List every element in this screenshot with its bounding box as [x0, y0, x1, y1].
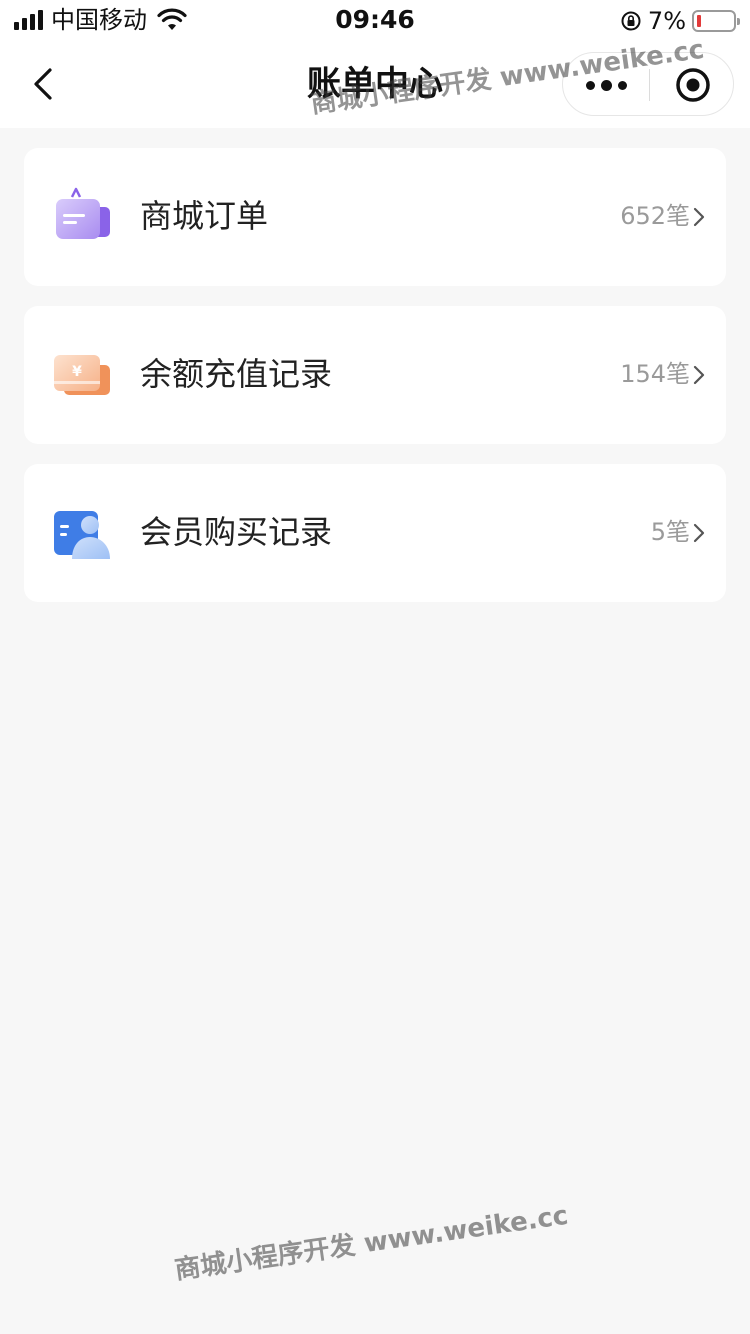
record-count: 154笔 [620, 360, 690, 388]
chevron-right-icon [693, 365, 705, 385]
rotation-lock-icon [621, 11, 641, 31]
more-dot-icon [600, 79, 612, 91]
record-card-mall-orders[interactable]: 商城订单 652笔 [24, 148, 726, 286]
shopping-bag-icon [56, 187, 110, 239]
record-card-balance-recharge[interactable]: ¥ 余额充值记录 154笔 [24, 306, 726, 444]
svg-text:¥: ¥ [72, 364, 82, 380]
record-count: 652笔 [620, 202, 690, 230]
record-label: 会员购买记录 [140, 513, 333, 551]
record-label: 商城订单 [140, 197, 269, 235]
member-card-icon [54, 511, 110, 559]
target-close-icon [675, 68, 710, 102]
chevron-right-icon [693, 207, 705, 227]
watermark-text: 商城小程序开发 www.weike.cc [172, 1200, 570, 1286]
record-label: 余额充值记录 [140, 355, 333, 393]
chevron-right-icon [693, 523, 705, 543]
yen-card-icon: ¥ [54, 355, 110, 395]
record-count: 5笔 [650, 518, 690, 546]
more-dot-icon [617, 80, 627, 90]
status-right: 7% [620, 7, 740, 35]
record-list: 商城订单 652笔 ¥ 余额充值记录 154笔 会员购买记录 5笔 [24, 148, 726, 622]
status-bar: 中国移动 09:46 7% [0, 0, 750, 40]
record-card-membership[interactable]: 会员购买记录 5笔 [24, 464, 726, 602]
